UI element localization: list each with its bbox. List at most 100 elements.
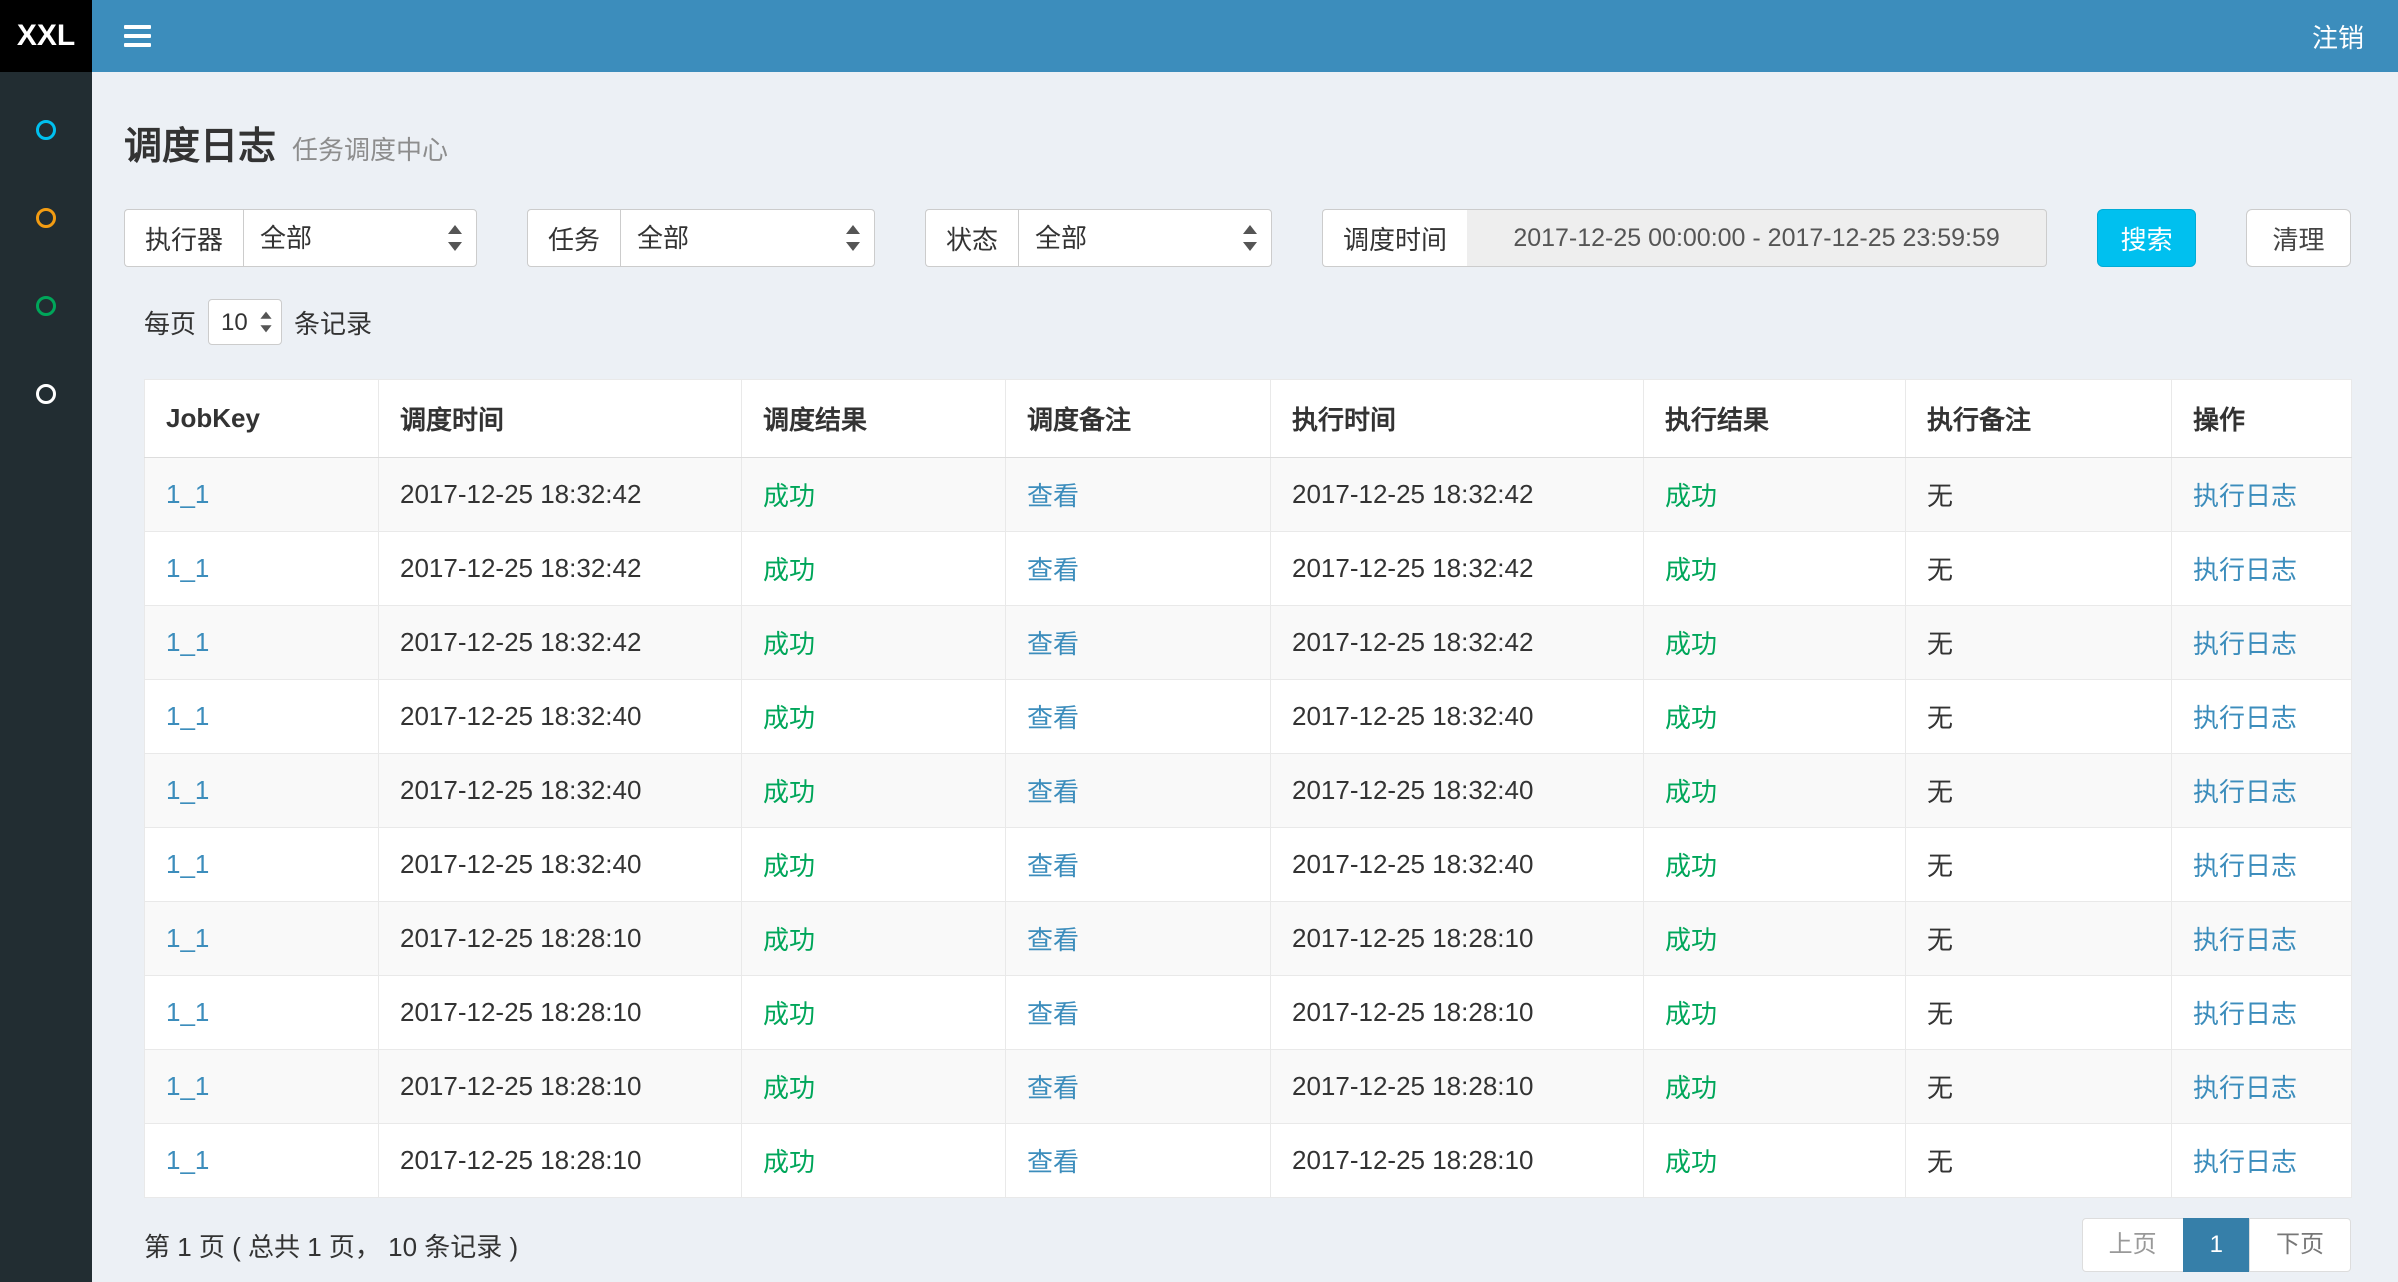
trigger-msg-link[interactable]: 查看 — [1027, 1147, 1079, 1177]
clear-button[interactable]: 清理 — [2246, 209, 2351, 267]
exec-log-link[interactable]: 执行日志 — [2193, 555, 2297, 585]
sidebar-item-1[interactable] — [0, 86, 92, 174]
page-subtitle: 任务调度中心 — [292, 127, 448, 173]
trigger-result-text: 成功 — [763, 481, 815, 511]
trigger-result-text: 成功 — [763, 777, 815, 807]
handle-time-cell: 2017-12-25 18:32:40 — [1271, 754, 1644, 828]
app-logo[interactable]: XXL — [0, 0, 92, 72]
table-header-row: JobKey 调度时间 调度结果 调度备注 执行时间 执行结果 执行备注 操作 — [145, 380, 2352, 458]
exec-log-link[interactable]: 执行日志 — [2193, 925, 2297, 955]
filter-toolbar: 执行器 全部 任务 全部 状态 全部 — [124, 209, 2351, 267]
sidebar-toggle-button[interactable] — [92, 20, 151, 52]
exec-log-link[interactable]: 执行日志 — [2193, 777, 2297, 807]
handle-msg-cell: 无 — [1906, 828, 2172, 902]
handle-result-text: 成功 — [1665, 999, 1717, 1029]
trigger-result-text: 成功 — [763, 925, 815, 955]
jobkey-link[interactable]: 1_1 — [166, 701, 209, 731]
column-header-action: 操作 — [2172, 380, 2352, 458]
jobkey-link[interactable]: 1_1 — [166, 849, 209, 879]
trigger-result-text: 成功 — [763, 703, 815, 733]
search-button[interactable]: 搜索 — [2097, 209, 2196, 267]
handle-msg-cell: 无 — [1906, 1124, 2172, 1198]
handle-time-cell: 2017-12-25 18:32:40 — [1271, 680, 1644, 754]
handle-result-text: 成功 — [1665, 777, 1717, 807]
exec-log-link[interactable]: 执行日志 — [2193, 851, 2297, 881]
handle-result-text: 成功 — [1665, 1073, 1717, 1103]
table-footer: 第 1 页 ( 总共 1 页， 10 条记录 ) 上页 1 下页 — [144, 1218, 2351, 1272]
handle-result-text: 成功 — [1665, 629, 1717, 659]
column-header-handle-msg: 执行备注 — [1906, 380, 2172, 458]
trigger-time-cell: 2017-12-25 18:32:42 — [379, 532, 742, 606]
jobkey-link[interactable]: 1_1 — [166, 997, 209, 1027]
trigger-time-filter-group: 调度时间 — [1322, 209, 2047, 267]
trigger-result-text: 成功 — [763, 1147, 815, 1177]
handle-time-cell: 2017-12-25 18:28:10 — [1271, 1124, 1644, 1198]
trigger-time-cell: 2017-12-25 18:32:42 — [379, 458, 742, 532]
navbar: 注销 — [92, 0, 2398, 72]
sidebar — [0, 72, 92, 1282]
pagination-summary: 第 1 页 ( 总共 1 页， 10 条记录 ) — [144, 1227, 518, 1264]
sidebar-item-2[interactable] — [0, 174, 92, 262]
handle-time-cell: 2017-12-25 18:28:10 — [1271, 902, 1644, 976]
exec-log-link[interactable]: 执行日志 — [2193, 999, 2297, 1029]
trigger-msg-link[interactable]: 查看 — [1027, 1073, 1079, 1103]
jobkey-link[interactable]: 1_1 — [166, 1145, 209, 1175]
trigger-time-range-input[interactable] — [1467, 209, 2047, 267]
page-1-button[interactable]: 1 — [2183, 1218, 2250, 1272]
jobkey-link[interactable]: 1_1 — [166, 627, 209, 657]
trigger-msg-link[interactable]: 查看 — [1027, 925, 1079, 955]
trigger-msg-link[interactable]: 查看 — [1027, 555, 1079, 585]
handle-result-text: 成功 — [1665, 481, 1717, 511]
column-header-trigger-result: 调度结果 — [742, 380, 1006, 458]
circle-outline-icon — [36, 120, 56, 140]
handle-msg-cell: 无 — [1906, 754, 2172, 828]
handle-result-text: 成功 — [1665, 703, 1717, 733]
table-row: 1_1 2017-12-25 18:32:40 成功 查看 2017-12-25… — [145, 828, 2352, 902]
trigger-time-cell: 2017-12-25 18:32:40 — [379, 754, 742, 828]
trigger-msg-link[interactable]: 查看 — [1027, 777, 1079, 807]
jobkey-link[interactable]: 1_1 — [166, 1071, 209, 1101]
column-header-trigger-time: 调度时间 — [379, 380, 742, 458]
top-navbar: XXL 注销 — [0, 0, 2398, 72]
main-content: 调度日志 任务调度中心 执行器 全部 任务 全部 状态 — [92, 72, 2398, 1282]
status-select[interactable]: 全部 — [1018, 209, 1272, 267]
handle-msg-cell: 无 — [1906, 1050, 2172, 1124]
page-size-suffix: 条记录 — [294, 304, 372, 341]
page-size-select[interactable]: 10 — [208, 299, 282, 345]
handle-time-cell: 2017-12-25 18:32:42 — [1271, 532, 1644, 606]
sidebar-item-3[interactable] — [0, 262, 92, 350]
page-size-control: 每页 10 条记录 — [144, 299, 2351, 345]
trigger-msg-link[interactable]: 查看 — [1027, 703, 1079, 733]
trigger-result-text: 成功 — [763, 851, 815, 881]
trigger-time-cell: 2017-12-25 18:32:40 — [379, 828, 742, 902]
jobkey-link[interactable]: 1_1 — [166, 923, 209, 953]
exec-log-link[interactable]: 执行日志 — [2193, 481, 2297, 511]
table-row: 1_1 2017-12-25 18:32:42 成功 查看 2017-12-25… — [145, 532, 2352, 606]
jobkey-link[interactable]: 1_1 — [166, 553, 209, 583]
exec-log-link[interactable]: 执行日志 — [2193, 1147, 2297, 1177]
page-title-text: 调度日志 — [124, 124, 276, 170]
jobkey-link[interactable]: 1_1 — [166, 479, 209, 509]
executor-select[interactable]: 全部 — [243, 209, 477, 267]
exec-log-link[interactable]: 执行日志 — [2193, 1073, 2297, 1103]
circle-outline-icon — [36, 296, 56, 316]
trigger-msg-link[interactable]: 查看 — [1027, 851, 1079, 881]
executor-filter-group: 执行器 全部 — [124, 209, 477, 267]
job-select[interactable]: 全部 — [620, 209, 875, 267]
table-row: 1_1 2017-12-25 18:28:10 成功 查看 2017-12-25… — [145, 902, 2352, 976]
sidebar-item-4[interactable] — [0, 350, 92, 438]
logout-link[interactable]: 注销 — [2312, 18, 2364, 55]
handle-time-cell: 2017-12-25 18:32:42 — [1271, 606, 1644, 680]
next-page-button[interactable]: 下页 — [2249, 1218, 2351, 1272]
prev-page-button[interactable]: 上页 — [2082, 1218, 2184, 1272]
exec-log-link[interactable]: 执行日志 — [2193, 629, 2297, 659]
trigger-msg-link[interactable]: 查看 — [1027, 481, 1079, 511]
table-row: 1_1 2017-12-25 18:32:42 成功 查看 2017-12-25… — [145, 458, 2352, 532]
exec-log-link[interactable]: 执行日志 — [2193, 703, 2297, 733]
trigger-msg-link[interactable]: 查看 — [1027, 629, 1079, 659]
trigger-msg-link[interactable]: 查看 — [1027, 999, 1079, 1029]
column-header-handle-time: 执行时间 — [1271, 380, 1644, 458]
table-row: 1_1 2017-12-25 18:28:10 成功 查看 2017-12-25… — [145, 1124, 2352, 1198]
jobkey-link[interactable]: 1_1 — [166, 775, 209, 805]
hamburger-icon — [124, 25, 151, 47]
